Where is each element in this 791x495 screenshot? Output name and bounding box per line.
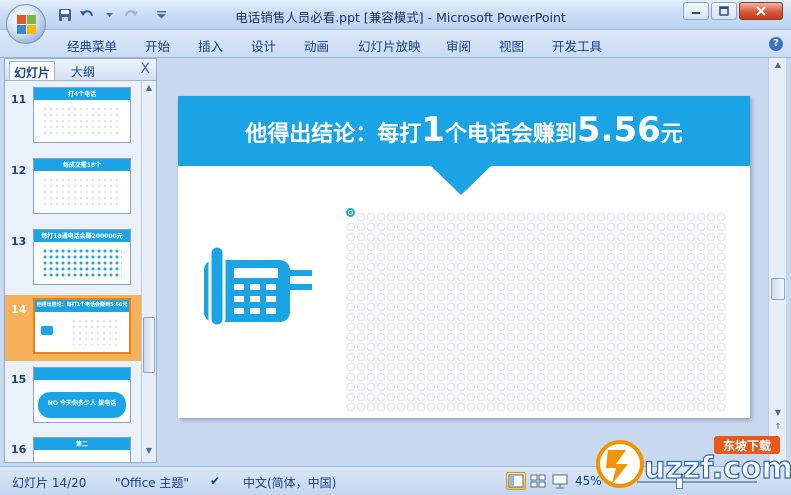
title-bar: 电话销售人员必看.ppt [兼容模式] - Microsoft PowerPoi… (0, 0, 791, 44)
scrollbar-thumb[interactable] (771, 278, 785, 300)
slide-title[interactable]: 他得出结论：每打1个电话会赚到5.56元 (178, 110, 750, 155)
title-middle: 个电话会赚到 (444, 122, 577, 147)
tab-animation[interactable]: 动画 (304, 36, 329, 55)
slide-number: 13 (11, 235, 27, 248)
equals-sign (286, 270, 312, 292)
slide-preview: 每打18通电话会赚200000元 (33, 229, 131, 285)
restore-button[interactable] (711, 2, 737, 20)
watermark-text: uzzf.com (644, 451, 791, 486)
slide-thumbnail-15[interactable]: 15 NO 今天你多少人 拨电话 (5, 365, 141, 429)
slide-preview: 每成交需18个 (33, 158, 131, 214)
window-controls (683, 2, 783, 20)
minimize-button[interactable] (683, 2, 709, 20)
slide-thumbnail-14[interactable]: 14 他得出结论：每打1个电话会赚到5.56元 (5, 295, 141, 361)
title-prefix: 他得出结论：每打 (245, 122, 422, 147)
slide-caption: 他得出结论：每打1个电话会赚到5.56元 (36, 302, 128, 308)
watermark-badge: 东坡下载 (723, 438, 771, 453)
highlighted-coin-icon (346, 208, 355, 217)
slide-caption: 每打18通电话会赚200000元 (41, 233, 123, 240)
window-title: 电话销售人员必看.ppt [兼容模式] - Microsoft PowerPoi… (235, 10, 566, 25)
slide-preview: 第二 (33, 437, 131, 462)
slide-number: 12 (11, 164, 27, 177)
slide-thumbnail-12[interactable]: 12 每成交需18个 (5, 156, 141, 220)
slide-sorter-view-icon[interactable] (528, 472, 548, 490)
tab-classic-menu[interactable]: 经典菜单 (67, 36, 117, 55)
tab-insert[interactable]: 插入 (198, 36, 223, 55)
spellcheck-icon[interactable]: ✔ (210, 474, 220, 488)
scroll-up-icon[interactable]: ▲ (143, 83, 155, 97)
title-suffix: 元 (660, 122, 683, 147)
slide-canvas[interactable]: 他得出结论：每打1个电话会赚到5.56元 (178, 96, 750, 418)
theme-name[interactable]: "Office 主题" (115, 474, 189, 491)
restore-icon (719, 6, 729, 16)
scrollbar-thumb[interactable] (143, 317, 155, 373)
telephone-icon[interactable] (194, 246, 294, 326)
tab-developer[interactable]: 开发工具 (552, 36, 602, 55)
tab-slides[interactable]: 幻灯片 (9, 61, 56, 80)
slide-preview: NO 今天你多少人 拨电话 (33, 367, 131, 423)
slide-caption: 打4个电话 (67, 91, 97, 98)
slide-number: 14 (11, 303, 27, 316)
slide-thumbnail-list: 11 打4个电话 12 每成交需18个 13 每打18通电话会赚200000元 … (5, 81, 141, 462)
normal-view-icon[interactable] (506, 472, 526, 490)
tab-outline[interactable]: 大纲 (67, 61, 99, 80)
office-button[interactable] (6, 4, 46, 44)
slideshow-view-icon[interactable] (550, 472, 570, 490)
slide-preview: 他得出结论：每打1个电话会赚到5.56元 (33, 298, 131, 354)
slide-counter: 幻灯片 14/20 (12, 476, 87, 490)
slide-number: 15 (11, 373, 27, 386)
slide-editing-area: 他得出结论：每打1个电话会赚到5.56元 (160, 58, 768, 463)
tab-view[interactable]: 视图 (499, 36, 524, 55)
close-button[interactable] (739, 2, 783, 20)
close-pane-icon[interactable]: X (140, 61, 150, 77)
title-pointer-shape (430, 165, 492, 195)
slides-pane: 幻灯片 大纲 X 11 打4个电话 12 每成交需18个 13 每打18通电话会… (4, 58, 157, 463)
slide-caption: 第二 (75, 441, 88, 448)
slide-number: 16 (11, 443, 27, 456)
slides-pane-scrollbar[interactable]: ▲ ▼ (141, 81, 156, 462)
tab-review[interactable]: 审阅 (446, 36, 471, 55)
vertical-scrollbar[interactable]: ▲ ▼ ⇑ ⇓ (768, 58, 786, 463)
slide-thumbnail-11[interactable]: 11 打4个电话 (5, 85, 141, 149)
help-icon[interactable]: ? (769, 37, 783, 51)
coin-grid (346, 212, 726, 412)
tab-home[interactable]: 开始 (145, 36, 170, 55)
scroll-up-icon[interactable]: ▲ (772, 60, 784, 69)
slide-thumbnail-16[interactable]: 16 第二 (5, 435, 141, 462)
scroll-down-icon[interactable]: ▼ (143, 446, 155, 460)
tab-slideshow[interactable]: 幻灯片放映 (358, 36, 421, 55)
minimize-icon (692, 12, 700, 14)
language-indicator[interactable]: 中文(简体，中国) (243, 474, 336, 491)
close-icon (756, 6, 766, 16)
title-number-calls: 1 (421, 110, 445, 150)
ribbon-tabs: 经典菜单 开始 插入 设计 动画 幻灯片放映 审阅 视图 开发工具 ? (0, 30, 791, 58)
tab-design[interactable]: 设计 (251, 36, 276, 55)
slide-thumbnail-13[interactable]: 13 每打18通电话会赚200000元 (5, 227, 141, 291)
uzzf-watermark-logo: uzzf.com 东坡下载 (596, 436, 791, 488)
title-number-earnings: 5.56 (576, 110, 661, 150)
slide-caption: 每成交需18个 (62, 162, 102, 169)
powerpoint-window: 电话销售人员必看.ppt [兼容模式] - Microsoft PowerPoi… (0, 0, 791, 495)
slide-number: 11 (11, 93, 27, 106)
scroll-down-icon[interactable]: ▼ (772, 408, 784, 417)
slides-pane-tabs: 幻灯片 大纲 X (5, 59, 156, 81)
office-logo-icon (17, 15, 36, 34)
slide-caption: NO 今天你多少人 拨电话 (47, 400, 117, 407)
slide-preview: 打4个电话 (33, 87, 131, 143)
